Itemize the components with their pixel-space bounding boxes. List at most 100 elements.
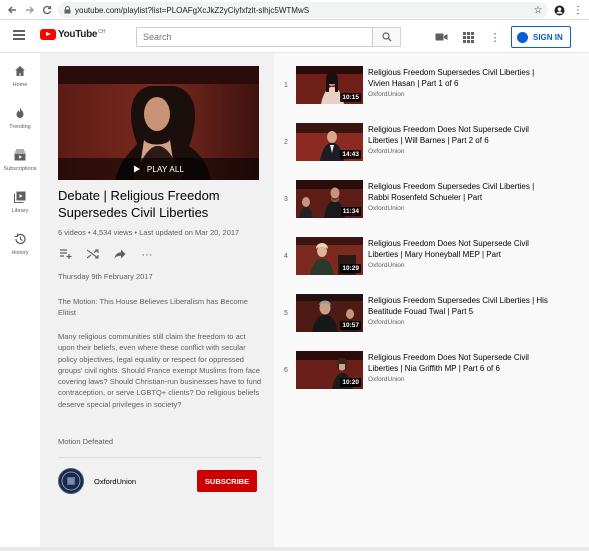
channel-name[interactable]: OxfordUnion bbox=[94, 477, 136, 486]
home-icon bbox=[14, 65, 26, 77]
playlist-video-item[interactable]: 2 14:43 Religious Freedom Does Not Super… bbox=[274, 123, 574, 180]
share-icon[interactable] bbox=[112, 249, 128, 261]
profile-icon[interactable] bbox=[551, 2, 567, 18]
video-title[interactable]: Religious Freedom Supersedes Civil Liber… bbox=[368, 67, 553, 89]
playlist-video-item[interactable]: 6 10:20 Religious Freedom Does Not Super… bbox=[274, 351, 574, 408]
sidebar-label-history: History bbox=[11, 250, 29, 256]
sidebar-label-home: Home bbox=[12, 82, 28, 88]
playlist-title[interactable]: Debate | Religious Freedom Supersedes Ci… bbox=[58, 187, 258, 221]
video-thumbnail[interactable]: 10:57 bbox=[296, 294, 363, 332]
youtube-logo[interactable]: YouTube CH bbox=[40, 29, 105, 40]
lock-icon bbox=[64, 1, 71, 19]
playlist-description: Many religious communities still claim t… bbox=[58, 332, 262, 409]
playlist-video-list: 1 10:15 Religious Freedom Supersedes Civ… bbox=[274, 53, 589, 549]
video-channel[interactable]: OxfordUnion bbox=[368, 91, 405, 98]
owner-divider bbox=[58, 457, 262, 458]
bottom-edge bbox=[0, 547, 589, 551]
reload-icon[interactable] bbox=[39, 2, 55, 18]
flame-icon bbox=[14, 107, 26, 119]
playlist-video-item[interactable]: 1 10:15 Religious Freedom Supersedes Civ… bbox=[274, 66, 574, 123]
video-channel[interactable]: OxfordUnion bbox=[368, 262, 405, 269]
sidebar-label-subscriptions: Subscriptions bbox=[3, 166, 37, 172]
playlist-video-item[interactable]: 4 10:29 Religious Freedom Does Not Super… bbox=[274, 237, 574, 294]
sidebar-label-trending: Trending bbox=[9, 124, 31, 130]
video-thumbnail[interactable]: 10:15 bbox=[296, 66, 363, 104]
video-index: 3 bbox=[284, 196, 288, 203]
address-bar[interactable]: youtube.com/playlist?list=PLOAFgXcJkZ2yC… bbox=[58, 2, 548, 18]
search-icon bbox=[381, 32, 391, 42]
video-title[interactable]: Religious Freedom Supersedes Civil Liber… bbox=[368, 181, 553, 203]
playlist-thumbnail[interactable]: PLAY ALL bbox=[58, 66, 259, 180]
history-icon bbox=[14, 233, 26, 245]
more-options-icon[interactable]: ··· bbox=[139, 249, 155, 261]
sidebar-item-history[interactable]: History bbox=[0, 233, 40, 256]
video-index: 6 bbox=[284, 367, 288, 374]
account-icon bbox=[517, 31, 528, 43]
playlist-actions: ··· bbox=[58, 249, 166, 261]
sidebar-item-library[interactable]: Library bbox=[0, 191, 40, 214]
video-title[interactable]: Religious Freedom Does Not Supersede Civ… bbox=[368, 238, 553, 260]
apps-grid-icon[interactable] bbox=[461, 30, 475, 44]
logo-text: YouTube bbox=[58, 29, 98, 40]
video-duration: 14:43 bbox=[340, 150, 361, 159]
forward-arrow-icon[interactable] bbox=[22, 2, 38, 18]
video-duration: 10:20 bbox=[340, 378, 361, 387]
subscriptions-icon bbox=[14, 149, 26, 161]
playlist-date: Thursday 9th February 2017 bbox=[58, 272, 153, 281]
settings-more-icon[interactable]: ⋮ bbox=[488, 30, 502, 44]
create-video-icon[interactable] bbox=[434, 30, 448, 44]
search-input[interactable] bbox=[136, 27, 373, 47]
channel-avatar[interactable] bbox=[58, 468, 84, 494]
mini-guide: Home Trending Subscriptions Library Hist… bbox=[0, 53, 40, 551]
playlist-stats: 6 videos • 4,534 views • Last updated on… bbox=[58, 228, 240, 237]
video-duration: 10:29 bbox=[340, 264, 361, 273]
play-all-label: PLAY ALL bbox=[146, 164, 185, 174]
sign-in-label: SIGN IN bbox=[533, 32, 563, 42]
play-all-button[interactable]: PLAY ALL bbox=[58, 158, 259, 180]
sidebar-item-home[interactable]: Home bbox=[0, 65, 40, 88]
video-index: 1 bbox=[284, 82, 288, 89]
playlist-outcome: Motion Defeated bbox=[58, 437, 114, 446]
video-index: 5 bbox=[284, 310, 288, 317]
search-button[interactable] bbox=[373, 27, 401, 47]
video-channel[interactable]: OxfordUnion bbox=[368, 319, 405, 326]
sign-in-button[interactable]: SIGN IN bbox=[511, 26, 571, 48]
video-title[interactable]: Religious Freedom Does Not Supersede Civ… bbox=[368, 124, 553, 146]
video-index: 4 bbox=[284, 253, 288, 260]
video-thumbnail[interactable]: 11:34 bbox=[296, 180, 363, 218]
video-duration: 10:15 bbox=[340, 93, 361, 102]
browser-toolbar: youtube.com/playlist?list=PLOAFgXcJkZ2yC… bbox=[0, 0, 589, 20]
video-duration: 10:57 bbox=[340, 321, 361, 330]
video-title[interactable]: Religious Freedom Does Not Supersede Civ… bbox=[368, 352, 553, 374]
video-title[interactable]: Religious Freedom Supersedes Civil Liber… bbox=[368, 295, 553, 317]
play-logo-icon bbox=[40, 29, 56, 40]
playlist-info-panel: PLAY ALL Debate | Religious Freedom Supe… bbox=[40, 53, 274, 549]
sidebar-item-trending[interactable]: Trending bbox=[0, 107, 40, 130]
subscribe-button[interactable]: SUBSCRIBE bbox=[197, 470, 257, 492]
bookmark-star-icon[interactable]: ☆ bbox=[530, 2, 546, 18]
video-thumbnail[interactable]: 10:29 bbox=[296, 237, 363, 275]
video-duration: 11:34 bbox=[340, 207, 361, 216]
url-text: youtube.com/playlist?list=PLOAFgXcJkZ2yC… bbox=[75, 5, 310, 15]
video-channel[interactable]: OxfordUnion bbox=[368, 376, 405, 383]
add-to-queue-icon[interactable] bbox=[58, 249, 74, 261]
logo-country-code: CH bbox=[98, 28, 106, 35]
hamburger-menu-icon[interactable] bbox=[13, 30, 25, 40]
masthead: YouTube CH ⋮ SIGN IN bbox=[0, 20, 589, 53]
video-thumbnail[interactable]: 10:20 bbox=[296, 351, 363, 389]
sidebar-item-subscriptions[interactable]: Subscriptions bbox=[0, 149, 40, 172]
video-channel[interactable]: OxfordUnion bbox=[368, 148, 405, 155]
playlist-video-item[interactable]: 3 11:34 Religious Freedom Supersedes Civ… bbox=[274, 180, 574, 237]
play-icon bbox=[133, 165, 140, 173]
library-icon bbox=[14, 191, 26, 203]
video-thumbnail[interactable]: 14:43 bbox=[296, 123, 363, 161]
browser-menu-icon[interactable]: ⋮ bbox=[570, 2, 586, 18]
shuffle-icon[interactable] bbox=[85, 249, 101, 261]
back-arrow-icon[interactable] bbox=[4, 2, 20, 18]
oxford-union-crest-icon bbox=[61, 471, 81, 491]
sidebar-label-library: Library bbox=[11, 208, 29, 214]
video-channel[interactable]: OxfordUnion bbox=[368, 205, 405, 212]
video-index: 2 bbox=[284, 139, 288, 146]
playlist-video-item[interactable]: 5 10:57 Religious Freedom Supersedes Civ… bbox=[274, 294, 574, 351]
playlist-motion: The Motion: This House Believes Liberali… bbox=[58, 297, 248, 318]
